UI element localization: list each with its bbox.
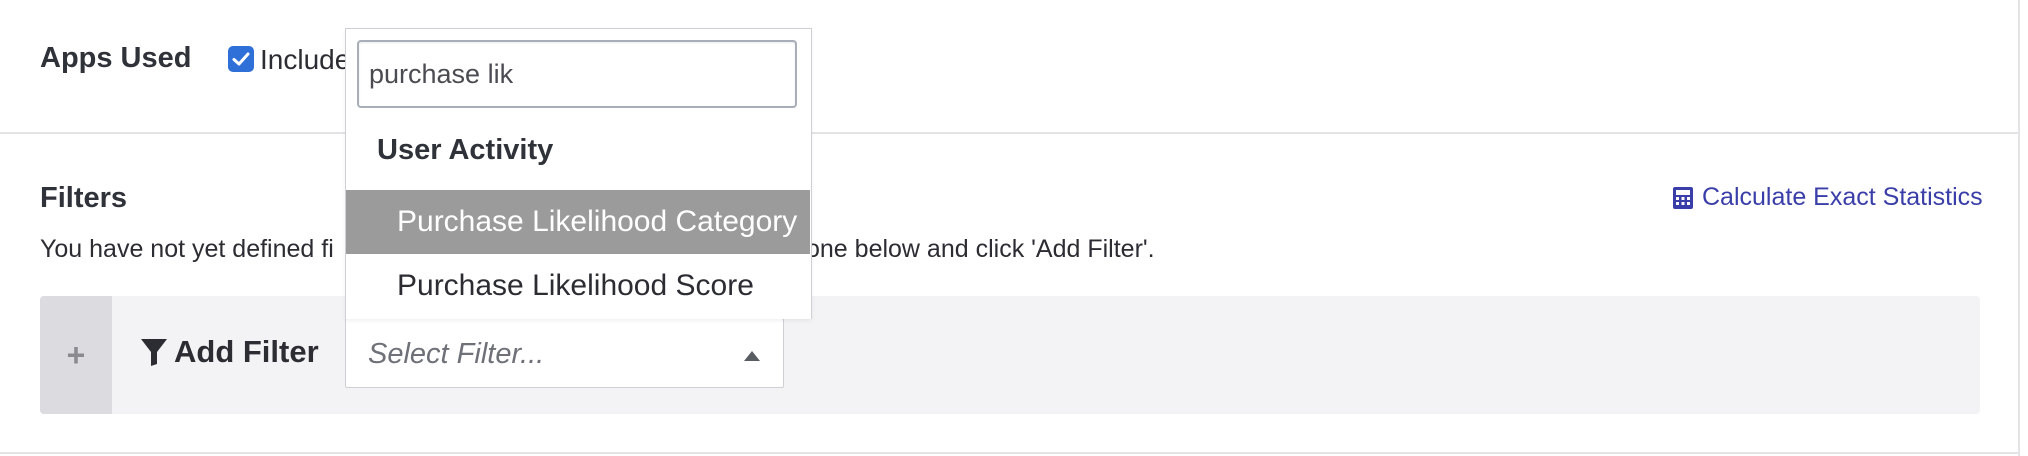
filter-search-input[interactable] [357, 40, 797, 108]
option-label: Purchase Likelihood Score [397, 269, 754, 302]
option-purchase-likelihood-score[interactable]: Purchase Likelihood Score [346, 254, 810, 318]
calculator-icon [1673, 186, 1693, 209]
expand-filter-button[interactable]: + [40, 296, 112, 414]
section-divider [0, 132, 2018, 134]
caret-up-icon [744, 351, 760, 361]
funnel-icon [141, 339, 167, 366]
panel-right-border [2018, 0, 2020, 456]
option-label: Purchase Likelihood Category [397, 205, 798, 238]
add-filter-bar [40, 296, 1980, 414]
option-group-user-activity: User Activity [377, 134, 554, 166]
include-label[interactable]: Include [260, 44, 350, 76]
calculate-exact-statistics-link[interactable]: Calculate Exact Statistics [1672, 183, 1983, 212]
calculate-exact-statistics-label: Calculate Exact Statistics [1702, 183, 1983, 211]
filters-title: Filters [40, 182, 128, 214]
check-icon [232, 52, 250, 66]
plus-icon: + [66, 336, 86, 373]
add-filter-label: Add Filter [174, 334, 319, 369]
helper-text-left: You have not yet defined fi [40, 235, 334, 263]
select-filter-placeholder: Select Filter... [368, 338, 545, 370]
panel-bottom-border [0, 452, 2018, 454]
add-filter-heading: Add Filter [140, 334, 319, 370]
include-checkbox[interactable] [228, 46, 254, 72]
apps-used-title: Apps Used [40, 42, 192, 74]
option-purchase-likelihood-category[interactable]: Purchase Likelihood Category [346, 190, 810, 254]
